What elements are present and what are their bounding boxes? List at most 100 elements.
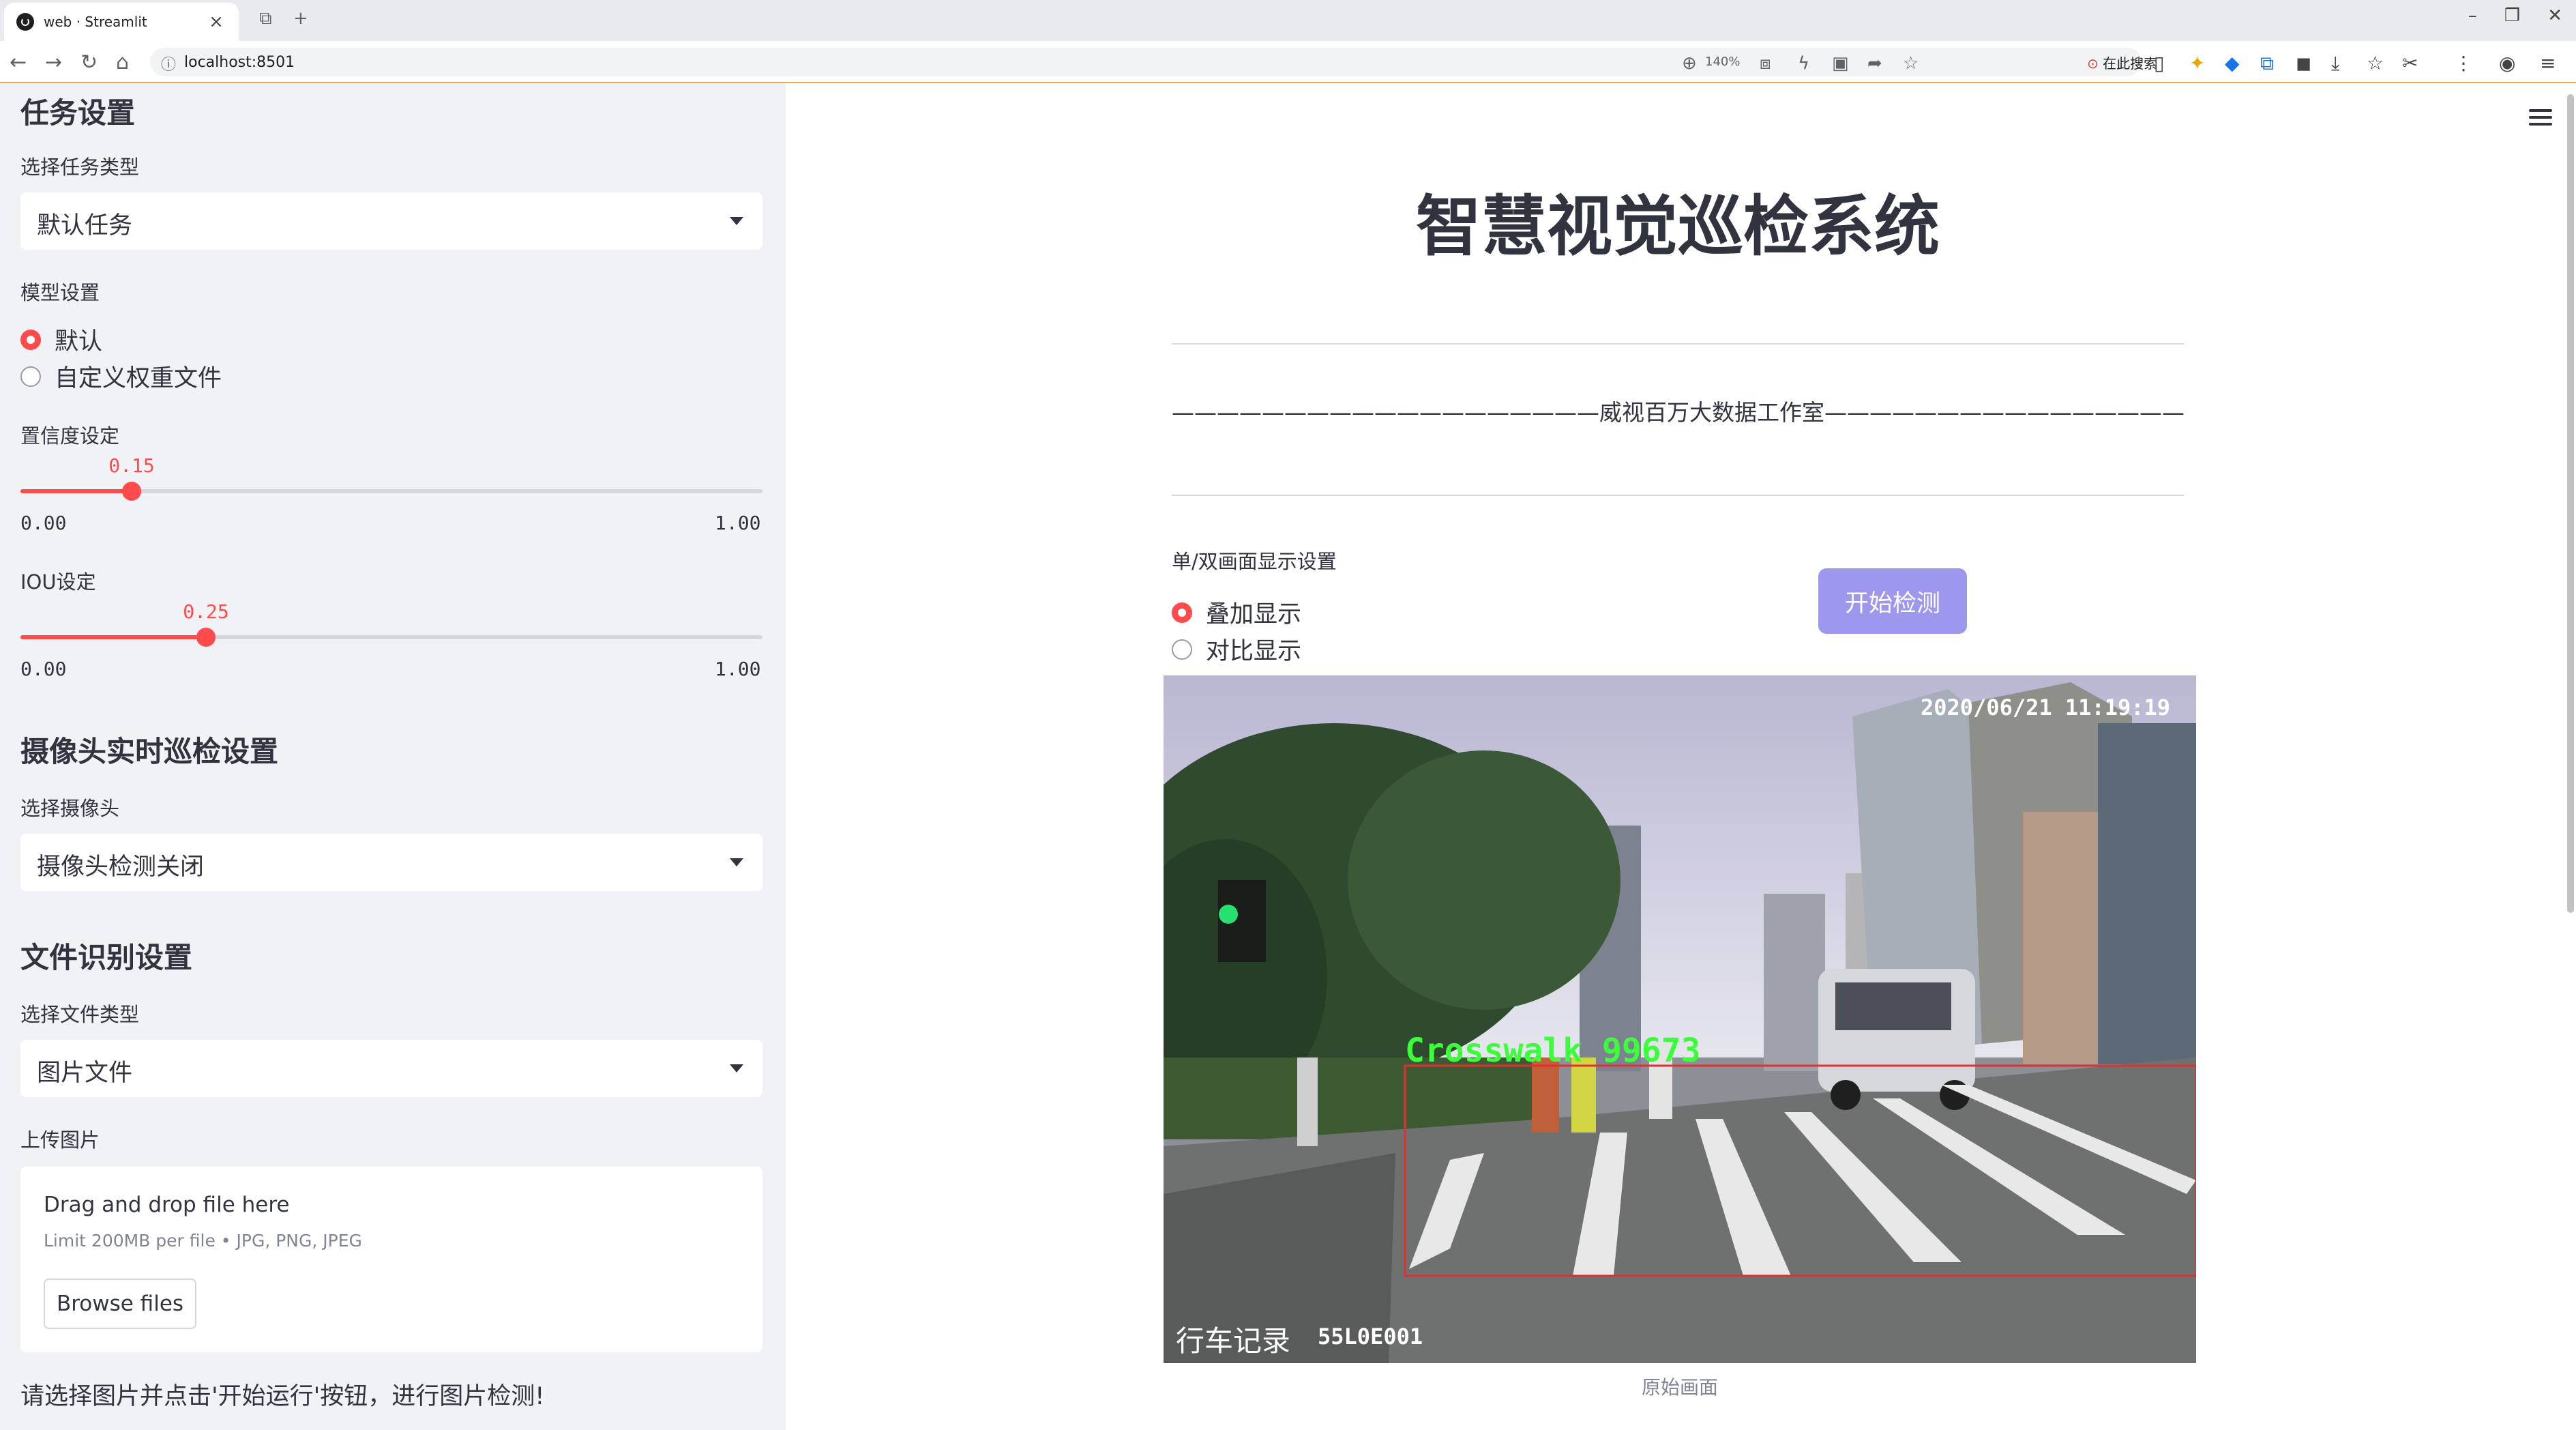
chevron-down-icon — [730, 858, 743, 866]
iou-value: 0.25 — [183, 600, 229, 623]
extension-colorful-icon[interactable]: ✦ — [2189, 52, 2205, 74]
camera-select[interactable]: 摄像头检测关闭 — [20, 834, 763, 891]
radio-checked-icon[interactable] — [1172, 602, 1192, 623]
file-type-value: 图片文件 — [37, 1060, 133, 1087]
task-type-value: 默认任务 — [37, 212, 133, 239]
new-tab-icon[interactable]: + — [293, 8, 308, 29]
extension-dark-icon[interactable]: ◼ — [2296, 52, 2311, 74]
model-settings-label: 模型设置 — [20, 281, 100, 304]
file-type-select[interactable]: 图片文件 — [20, 1040, 763, 1097]
studio-banner: ———————————————————威视百万大数据工作室———————————… — [1172, 399, 2184, 426]
start-detection-button[interactable]: 开始检测 — [1818, 568, 1967, 634]
display-radio-compare[interactable]: 对比显示 — [1172, 632, 1301, 667]
tab-close-icon[interactable]: × — [206, 12, 226, 32]
confidence-max: 1.00 — [715, 512, 761, 534]
download-icon[interactable]: ⤓ — [2331, 52, 2339, 75]
dashcam-timestamp: 2020/06/21 11:19:19 — [1921, 695, 2170, 720]
radio-checked-icon[interactable] — [20, 329, 41, 350]
browser-tab[interactable]: web · Streamlit × — [4, 3, 239, 41]
search-placeholder: 在此搜索 — [2103, 55, 2158, 72]
page-title: 智慧视觉巡检系统 — [1416, 188, 1940, 265]
display-radio-overlay[interactable]: 叠加显示 — [1172, 595, 1301, 630]
radio-unchecked-icon[interactable] — [1172, 639, 1192, 660]
iou-slider-fill — [20, 635, 206, 639]
display-option-label: 叠加显示 — [1206, 601, 1302, 628]
file-settings-heading: 文件识别设置 — [20, 941, 193, 974]
confidence-min: 0.00 — [20, 512, 67, 534]
lightning-icon[interactable]: ϟ — [1798, 53, 1809, 74]
tab-groups-icon[interactable]: ⧉ — [259, 8, 272, 29]
reload-icon[interactable]: ↻ — [80, 50, 98, 74]
close-window-icon[interactable]: ✕ — [2547, 5, 2562, 26]
detection-image: Crosswalk 99673 2020/06/21 11:19:19 行车记录… — [1164, 675, 2196, 1363]
chevron-down-icon — [730, 1064, 743, 1072]
share-icon[interactable]: ➦ — [1867, 53, 1882, 74]
sidebar: 任务设置 选择任务类型 默认任务 模型设置 默认 自定义权重文件 置信度设定 0… — [0, 83, 786, 1430]
search-input[interactable]: ⊙ 在此搜索 — [2087, 53, 2285, 73]
file-type-label: 选择文件类型 — [20, 1003, 140, 1026]
display-option-label: 对比显示 — [1206, 638, 1302, 665]
browser-tab-bar: web · Streamlit × ⧉ + – ❐ ✕ — [0, 0, 2576, 41]
model-option-label: 自定义权重文件 — [55, 365, 222, 392]
bookmark-star-icon[interactable]: ☆ — [1903, 53, 1919, 74]
phone-icon[interactable]: ▯ — [2154, 52, 2164, 74]
window-controls: – ❐ ✕ — [2468, 5, 2562, 26]
minimize-icon[interactable]: – — [2468, 5, 2477, 26]
confidence-slider-handle[interactable] — [122, 482, 142, 501]
hamburger-menu-icon[interactable] — [2529, 109, 2552, 126]
recorder-label: 行车记录 — [1176, 1324, 1290, 1358]
dropzone-limit: Limit 200MB per file • JPG, PNG, JPEG — [44, 1231, 362, 1251]
browser-menu-icon[interactable]: ≡ — [2540, 52, 2556, 74]
url-text[interactable]: localhost:8501 — [184, 54, 295, 71]
streamlit-favicon-icon — [16, 13, 34, 31]
upload-label: 上传图片 — [20, 1128, 100, 1152]
divider — [1172, 343, 2184, 345]
screenshot-icon[interactable]: ▣ — [1832, 53, 1849, 74]
image-caption: 原始画面 — [1641, 1376, 1718, 1399]
task-type-label: 选择任务类型 — [20, 156, 140, 179]
confidence-value: 0.15 — [108, 454, 155, 477]
file-dropzone[interactable]: Drag and drop file here Limit 200MB per … — [20, 1167, 763, 1352]
confidence-slider-fill — [20, 489, 132, 493]
iou-min: 0.00 — [20, 658, 67, 680]
back-icon[interactable]: ← — [10, 50, 27, 74]
extension-translate-icon[interactable]: ⧉ — [2260, 52, 2274, 75]
camera-label: 选择摄像头 — [20, 797, 120, 820]
camera-settings-heading: 摄像头实时巡检设置 — [20, 735, 279, 768]
street-scene-illustration: Crosswalk 99673 2020/06/21 11:19:19 行车记录… — [1164, 675, 2196, 1363]
iou-slider[interactable] — [20, 628, 763, 647]
scrollbar[interactable] — [2567, 94, 2574, 913]
model-option-label: 默认 — [55, 328, 103, 355]
browse-files-button[interactable]: Browse files — [44, 1279, 196, 1329]
scissors-icon[interactable]: ✂ — [2402, 52, 2418, 74]
iou-label: IOU设定 — [20, 570, 96, 594]
dropzone-title: Drag and drop file here — [44, 1193, 290, 1217]
model-radio-custom[interactable]: 自定义权重文件 — [20, 359, 222, 394]
radio-unchecked-icon[interactable] — [20, 366, 41, 387]
sidebar-hint: 请选择图片并点击'开始运行'按钮，进行图片检测! — [20, 1383, 545, 1410]
translate-icon[interactable]: ⧈ — [1760, 53, 1771, 74]
display-mode-label: 单/双画面显示设置 — [1172, 550, 1337, 573]
home-icon[interactable]: ⌂ — [116, 50, 129, 74]
iou-slider-handle[interactable] — [196, 628, 216, 647]
zoom-level: 140% — [1705, 55, 1741, 69]
detection-label: Crosswalk 99673 — [1405, 1032, 1700, 1070]
forward-icon[interactable]: → — [45, 50, 62, 74]
plate-code: 55L0E001 — [1318, 1324, 1423, 1349]
restore-icon[interactable]: ❐ — [2504, 5, 2520, 26]
site-info-icon[interactable]: ⓘ — [161, 53, 176, 74]
model-radio-default[interactable]: 默认 — [20, 322, 102, 357]
divider — [1172, 495, 2184, 496]
search-engine-icon: ⊙ — [2087, 55, 2099, 72]
favorites-icon[interactable]: ☆ — [2367, 52, 2384, 74]
url-field[interactable]: ⓘ localhost:8501 ⊕ 140% ⧈ ϟ ▣ ➦ ☆ ⊙ 在此搜索 — [150, 48, 2157, 76]
confidence-slider[interactable] — [20, 482, 763, 501]
task-type-select[interactable]: 默认任务 — [20, 192, 763, 250]
zoom-icon[interactable]: ⊕ — [1682, 53, 1697, 74]
confidence-label: 置信度设定 — [20, 424, 120, 448]
more-vertical-icon[interactable]: ⋮ — [2454, 52, 2473, 74]
profile-avatar-icon[interactable]: ◉ — [2499, 52, 2515, 74]
tab-title: web · Streamlit — [44, 14, 147, 30]
extension-blue-icon[interactable]: ◆ — [2225, 52, 2240, 74]
camera-value: 摄像头检测关闭 — [37, 853, 205, 881]
